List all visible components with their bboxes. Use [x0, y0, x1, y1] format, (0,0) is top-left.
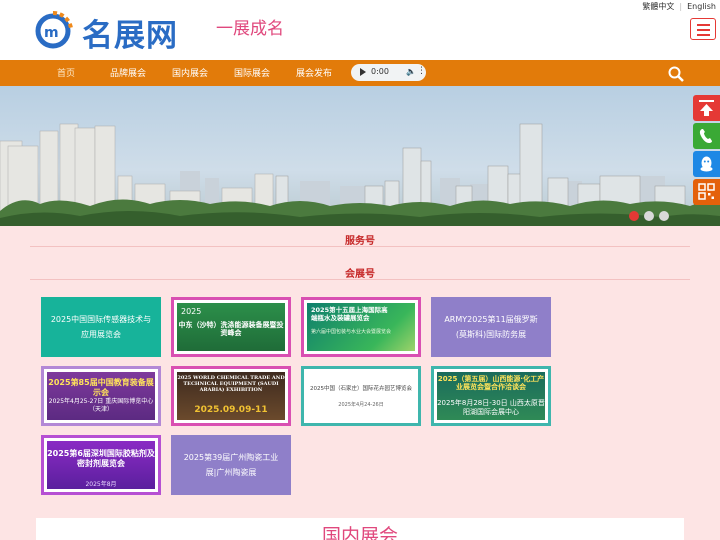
service-section-title[interactable]: 服务号: [0, 232, 720, 247]
audio-player[interactable]: 0:00 🔈 ⋮: [351, 64, 426, 81]
expo-card-title: 2025第85届中国教育装备展示会: [48, 378, 154, 397]
banner-cityscape-image: [0, 123, 720, 226]
menu-icon: [697, 24, 710, 26]
play-icon[interactable]: [360, 68, 366, 76]
back-to-top-icon: [699, 100, 714, 116]
menu-icon-bar: [697, 34, 710, 36]
logo-text: 名展网: [82, 18, 178, 54]
expo-card-title: 2025第十五届上海国际高端瓶水及装罐展览会: [311, 306, 388, 322]
qrcode-icon: [698, 183, 715, 200]
expo-card[interactable]: 2025（第五届）山西能源·化工产业展览会暨合作洽谈会 2025年8月28日-3…: [431, 366, 551, 426]
expo-card[interactable]: 2025中国（石家庄）国际花卉园艺博览会 2025年4月24-26日: [301, 366, 421, 426]
lang-separator: |: [679, 2, 683, 11]
expo-card[interactable]: 2025第十五届上海国际高端瓶水及装罐展览会 第六届中国包装与水业大会暨展览会: [301, 297, 421, 357]
slogan: 一展成名: [216, 19, 284, 39]
expo-card-title: 2025中国（石家庄）国际花卉园艺博览会: [310, 386, 412, 392]
qrcode-button[interactable]: [693, 179, 720, 205]
section-divider: [30, 246, 690, 247]
expo-card-subtitle: 2025年4月25-27日 重庆国际博览中心（天津）: [48, 398, 154, 413]
carousel-dot[interactable]: [644, 211, 654, 221]
expo-card-image: 2025（第五届）山西能源·化工产业展览会暨合作洽谈会 2025年8月28日-3…: [437, 372, 545, 420]
phone-icon: [699, 129, 712, 143]
nav-home[interactable]: 首页: [57, 66, 75, 79]
carousel-indicators: [629, 211, 669, 221]
expo-card-date: 2025年4月24-26日: [338, 402, 384, 408]
menu-button[interactable]: [690, 18, 716, 40]
expo-card[interactable]: ARMY2025第11届俄罗斯(莫斯科)国际防务展: [431, 297, 551, 357]
expo-card-subtitle: 第六届中国包装与水业大会暨展览会: [311, 329, 392, 335]
expo-card-title: 2025 WORLD CHEMICAL TRADE AND TECHNICAL …: [177, 375, 285, 393]
carousel-dot[interactable]: [629, 211, 639, 221]
logo-mark-icon: m: [35, 10, 73, 49]
back-to-top-button[interactable]: [693, 95, 720, 121]
expo-card-image: 2025中国（石家庄）国际花卉园艺博览会 2025年4月24-26日: [307, 372, 415, 420]
expo-card-image: 2025 中东（沙特）洗涤能源装备展暨投资峰会: [177, 303, 285, 351]
qq-icon: [700, 156, 713, 172]
expo-card[interactable]: 2025中国国际传感器技术与应用展览会: [41, 297, 161, 357]
expo-card-image: 2025第十五届上海国际高端瓶水及装罐展览会 第六届中国包装与水业大会暨展览会: [307, 303, 415, 351]
site-header: m 名展网 一展成名 繁體中文 | English: [0, 0, 720, 60]
expo-card-title: 中东（沙特）洗涤能源装备展暨投资峰会: [178, 321, 284, 338]
expo-card-date: 2025年8月: [85, 481, 117, 488]
lang-english-link[interactable]: English: [687, 2, 716, 11]
more-icon[interactable]: ⋮: [417, 66, 426, 76]
expo-section-title[interactable]: 会展号: [0, 265, 720, 280]
nav-international-expos[interactable]: 国际展会: [234, 66, 270, 79]
expo-card-title: 2025（第五届）山西能源·化工产业展览会暨合作洽谈会: [437, 375, 545, 392]
domestic-expo-section: 国内展会: [36, 518, 684, 540]
volume-icon[interactable]: 🔈: [406, 67, 416, 76]
expo-card-image: 2025第85届中国教育装备展示会 2025年4月25-27日 重庆国际博览中心…: [47, 372, 155, 420]
main-nav: 首页 品牌展会 国内展会 国际展会 展会发布 0:00 🔈 ⋮: [0, 60, 720, 86]
nav-domestic-expos[interactable]: 国内展会: [172, 66, 208, 79]
svg-text:m: m: [44, 25, 59, 41]
qq-button[interactable]: [693, 151, 720, 177]
expo-card[interactable]: 2025第6届深圳国际胶粘剂及密封剂展览会 2025年8月: [41, 435, 161, 495]
expo-card[interactable]: 2025第39届广州陶瓷工业展|广州陶瓷展: [171, 435, 291, 495]
expo-card-image: 2025第6届深圳国际胶粘剂及密封剂展览会 2025年8月: [47, 441, 155, 489]
section-divider: [30, 279, 690, 280]
search-icon[interactable]: [668, 66, 684, 82]
banner-carousel[interactable]: [0, 86, 720, 226]
site-logo[interactable]: m 名展网: [34, 8, 194, 54]
expo-card-year: 2025: [181, 307, 202, 316]
carousel-dot[interactable]: [659, 211, 669, 221]
language-switch: 繁體中文 | English: [642, 1, 716, 12]
phone-button[interactable]: [693, 123, 720, 149]
expo-card-date: 2025.09.09-11: [194, 405, 268, 415]
expo-card-title: 2025第6届深圳国际胶粘剂及密封剂展览会: [47, 449, 155, 468]
expo-card-image: 2025 WORLD CHEMICAL TRADE AND TECHNICAL …: [177, 372, 285, 420]
expo-card[interactable]: 2025第85届中国教育装备展示会 2025年4月25-27日 重庆国际博览中心…: [41, 366, 161, 426]
lang-traditional-link[interactable]: 繁體中文: [642, 1, 674, 12]
expo-card[interactable]: 2025 WORLD CHEMICAL TRADE AND TECHNICAL …: [171, 366, 291, 426]
nav-brand-expos[interactable]: 品牌展会: [110, 66, 146, 79]
expo-card-date: 2025年8月28日-30日 山西太原晋阳湖国际会展中心: [437, 399, 545, 417]
expo-card[interactable]: 2025 中东（沙特）洗涤能源装备展暨投资峰会: [171, 297, 291, 357]
nav-publish-expo[interactable]: 展会发布: [296, 66, 332, 79]
audio-time: 0:00: [371, 67, 389, 76]
menu-icon-bar: [697, 29, 710, 31]
domestic-expo-title[interactable]: 国内展会: [36, 521, 684, 540]
